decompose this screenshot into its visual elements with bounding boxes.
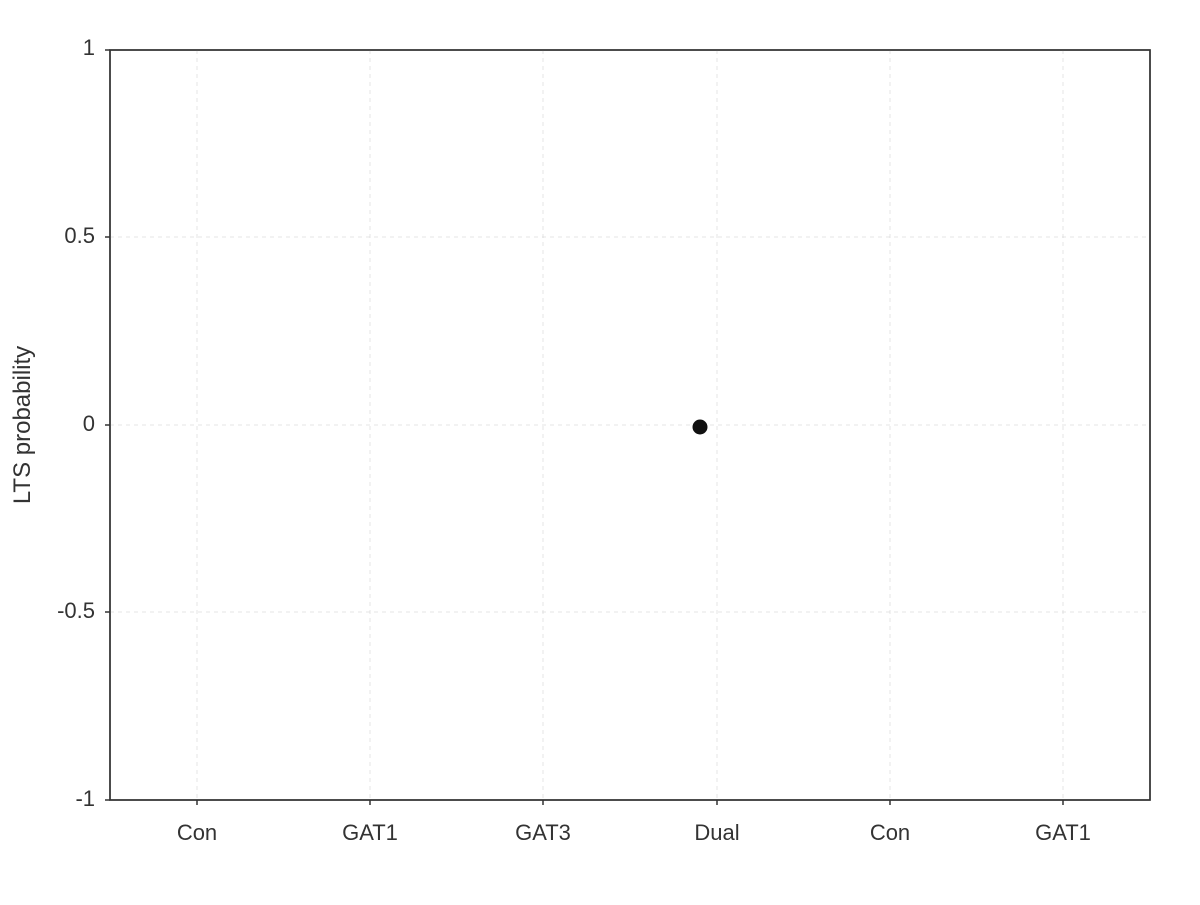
y-tick-label--1: -1	[75, 786, 95, 811]
y-tick-label-0: 0	[83, 411, 95, 436]
x-label-gat1-2: GAT1	[1035, 820, 1091, 845]
y-tick-label--0.5: -0.5	[57, 598, 95, 623]
y-tick-label-0.5: 0.5	[64, 223, 95, 248]
chart-container: 1 0.5 0 -0.5 -1 Con GAT1 GAT3	[0, 0, 1200, 900]
x-label-con1: Con	[177, 820, 217, 845]
y-axis-label: LTS probability	[9, 346, 36, 504]
x-label-con2: Con	[870, 820, 910, 845]
data-point-dual-0	[693, 420, 707, 434]
scatter-plot: 1 0.5 0 -0.5 -1 Con GAT1 GAT3	[0, 0, 1200, 900]
x-label-gat1-1: GAT1	[342, 820, 398, 845]
y-tick-label-1: 1	[83, 35, 95, 60]
x-label-dual: Dual	[694, 820, 739, 845]
x-label-gat3: GAT3	[515, 820, 571, 845]
